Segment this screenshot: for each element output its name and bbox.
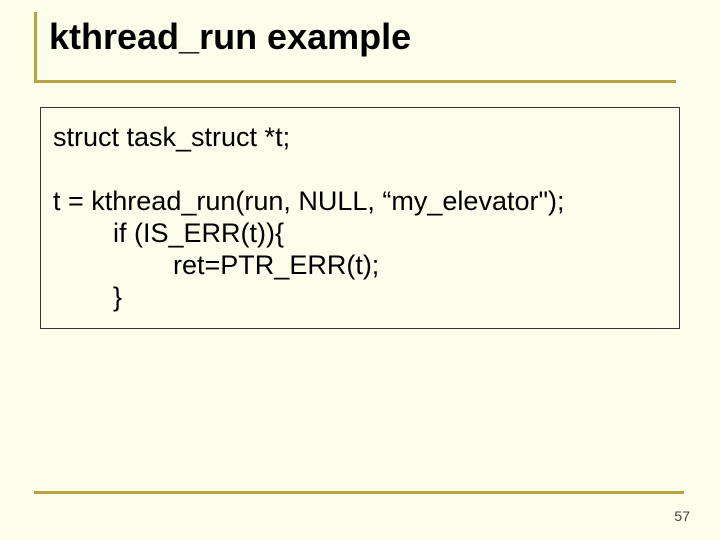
slide: kthread_run example struct task_struct *… (0, 0, 720, 540)
title-container: kthread_run example (34, 12, 676, 83)
code-block: struct task_struct *t; t = kthread_run(r… (40, 107, 680, 329)
code-blank-line (53, 154, 663, 186)
code-line-4: ret=PTR_ERR(t); (53, 250, 663, 282)
code-line-3: if (IS_ERR(t)){ (53, 218, 663, 250)
code-line-2: t = kthread_run(run, NULL, “my_elevator"… (53, 186, 663, 218)
code-line-1: struct task_struct *t; (53, 122, 663, 154)
footer-divider (34, 491, 684, 494)
code-line-5: } (53, 282, 663, 314)
slide-title: kthread_run example (49, 16, 676, 58)
page-number: 57 (674, 508, 690, 524)
